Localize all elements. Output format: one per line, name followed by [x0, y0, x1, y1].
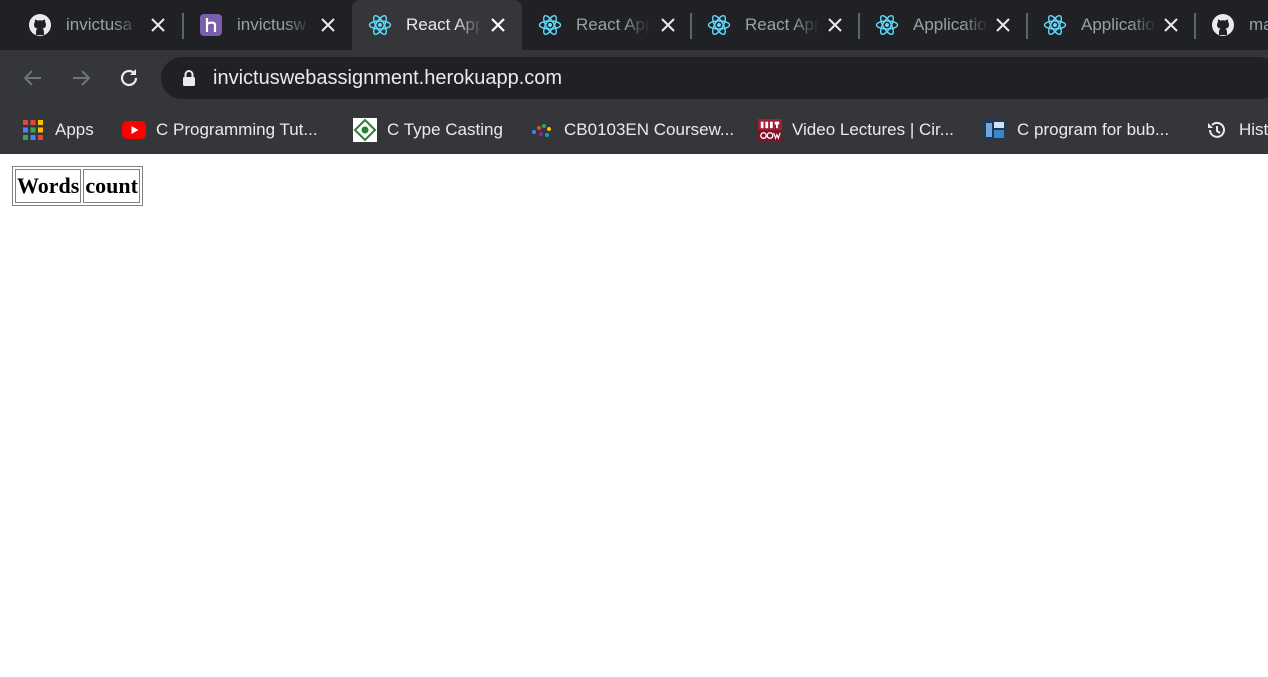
- bookmark-c-type-casting[interactable]: C Type Casting: [353, 116, 503, 144]
- arrow-right-icon: [73, 70, 91, 86]
- tab-title: React App: [576, 15, 650, 34]
- reload-button[interactable]: [115, 64, 143, 92]
- site-thumbnail-icon: [983, 118, 1007, 142]
- bookmark-cb0103en-coursew[interactable]: CB0103EN Coursew...: [530, 116, 734, 144]
- browser-toolbar: invictuswebassignment.herokuapp.com: [0, 50, 1268, 106]
- dots-logo-icon: [530, 118, 554, 142]
- tab-react-app[interactable]: React App: [522, 0, 690, 50]
- react-icon: [538, 13, 562, 37]
- github-icon: [28, 13, 52, 37]
- close-icon[interactable]: [825, 15, 845, 35]
- bookmark-label: Apps: [55, 120, 94, 139]
- arrow-left-icon: [23, 70, 41, 86]
- close-icon[interactable]: [993, 15, 1013, 35]
- bookmark-label: C program for bub...: [1017, 120, 1170, 139]
- reload-icon: [120, 69, 138, 87]
- tab-title: React App: [406, 15, 482, 34]
- column-header-count: count: [83, 169, 140, 203]
- react-icon: [1043, 13, 1067, 37]
- tab-title: Application: [1081, 15, 1157, 34]
- react-icon: [875, 13, 899, 37]
- tab-strip: invictusa invictusw React App React App: [0, 0, 1268, 50]
- apps-grid-icon: [21, 118, 45, 142]
- bookmark-video-lectures[interactable]: Video Lectures | Cir...: [758, 116, 954, 144]
- column-header-words: Words: [15, 169, 82, 203]
- site-badge-icon: [353, 118, 377, 142]
- bookmark-label: History: [1239, 120, 1268, 139]
- page-content: Words count: [0, 154, 1268, 677]
- bookmark-label: C Programming Tut...: [156, 120, 318, 139]
- tab-title: Application: [913, 15, 989, 34]
- bookmark-c-program-for-bub[interactable]: C program for bub...: [983, 116, 1169, 144]
- bookmark-c-programming-tut[interactable]: C Programming Tut...: [122, 116, 318, 144]
- tab-github[interactable]: ma: [1195, 0, 1268, 50]
- forward-button[interactable]: [67, 64, 95, 92]
- tab-react-app-active[interactable]: React App: [352, 0, 522, 50]
- tab-title: invictusw: [237, 15, 306, 34]
- history-icon: [1205, 118, 1229, 142]
- url-text[interactable]: invictuswebassignment.herokuapp.com: [213, 57, 562, 99]
- close-icon[interactable]: [148, 15, 168, 35]
- bookmark-label: Video Lectures | Cir...: [792, 120, 954, 139]
- bookmark-label: CB0103EN Coursew...: [564, 120, 735, 139]
- react-icon: [707, 13, 731, 37]
- tab-title: ma: [1249, 15, 1268, 34]
- tab-react-app[interactable]: React App: [691, 0, 859, 50]
- mit-ocw-icon: [758, 118, 782, 142]
- bookmark-apps[interactable]: Apps: [21, 116, 94, 144]
- bookmark-history[interactable]: History: [1205, 116, 1268, 144]
- tab-application[interactable]: Application: [1027, 0, 1195, 50]
- close-icon[interactable]: [658, 15, 678, 35]
- close-icon[interactable]: [1161, 15, 1181, 35]
- lock-icon[interactable]: [179, 68, 199, 88]
- heroku-icon: [199, 13, 223, 37]
- react-icon: [368, 13, 392, 37]
- tab-heroku-invictusw[interactable]: invictusw: [183, 0, 351, 50]
- address-bar[interactable]: invictuswebassignment.herokuapp.com: [161, 57, 1268, 99]
- bookmark-label: C Type Casting: [387, 120, 503, 139]
- close-icon[interactable]: [318, 15, 338, 35]
- tab-github-invictusa[interactable]: invictusa: [12, 0, 180, 50]
- tab-application[interactable]: Application: [859, 0, 1027, 50]
- github-icon: [1211, 13, 1235, 37]
- word-count-table: Words count: [12, 166, 143, 206]
- tab-title: invictusa: [66, 15, 133, 34]
- tab-title: React App: [745, 15, 819, 34]
- back-button[interactable]: [19, 64, 47, 92]
- bookmarks-bar: Apps C Programming Tut... C Type Casting…: [0, 106, 1268, 154]
- youtube-icon: [122, 118, 146, 142]
- table-header-row: Words count: [15, 169, 140, 203]
- close-icon[interactable]: [488, 15, 508, 35]
